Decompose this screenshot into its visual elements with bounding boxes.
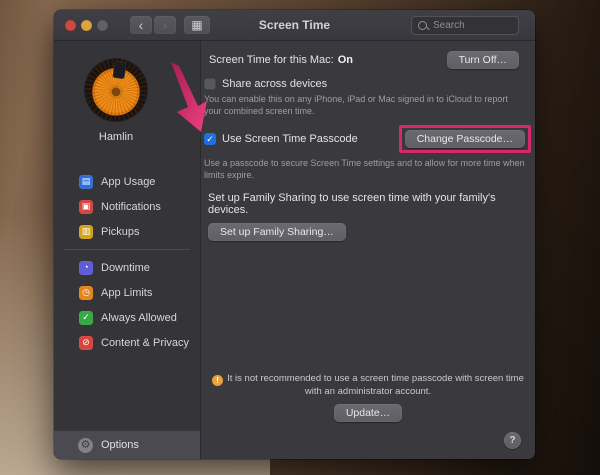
share-devices-caption: You can enable this on any iPhone, iPad … [204,94,508,117]
setup-family-sharing-button[interactable]: Set up Family Sharing… [208,222,346,241]
check-icon: ✓ [206,133,214,144]
share-devices-checkbox[interactable] [204,78,216,90]
admin-warning: ! It is not recommended to use a screen t… [207,373,529,399]
notifications-icon: ▣ [79,199,93,214]
close-button[interactable] [65,19,76,31]
sidebar-item-notifications[interactable]: ▣ Notifications [54,194,200,219]
window-controls [65,19,108,31]
sidebar-item-label: Content & Privacy [101,336,190,349]
sidebar-item-label: Pickups [101,225,140,238]
title-bar: ‹ › ▦ Screen Time [54,10,535,41]
passcode-checkbox[interactable]: ✓ [204,133,216,146]
share-devices-label: Share across devices [222,78,328,90]
grid-icon: ▦ [191,18,203,32]
sidebar-item-options[interactable]: ⚙ Options [54,430,200,459]
status-label: Screen Time for this Mac: [209,54,334,66]
sidebar-divider [64,249,190,250]
change-passcode-button[interactable]: Change Passcode… [404,130,525,149]
sidebar-item-label: Always Allowed [101,311,177,324]
sidebar-item-content-privacy[interactable]: ⊘ Content & Privacy [54,330,200,355]
chevron-left-icon: ‹ [138,17,144,33]
screen-time-preferences-window: ‹ › ▦ Screen Time Hamlin ▤ App Usage ▣ N… [54,10,535,459]
passcode-row: ✓ Use Screen Time Passcode Change Passco… [204,125,531,154]
warning-text: It is not recommended to use a screen ti… [227,372,524,398]
main-content: Screen Time for this Mac: On Turn Off… S… [201,41,535,459]
family-sharing-row: Set up Family Sharing… [208,222,535,241]
sidebar-nav: ▤ App Usage ▣ Notifications ▥ Pickups ◔ … [54,169,200,355]
minimize-button[interactable] [81,19,92,31]
family-sharing-text: Set up Family Sharing to use screen time… [208,191,496,216]
status-row: Screen Time for this Mac: On Turn Off… [209,51,519,69]
passcode-label: Use Screen Time Passcode [222,133,358,146]
share-devices-row: Share across devices [204,78,535,90]
sidebar-item-label: Downtime [101,261,150,274]
sidebar-item-app-limits[interactable]: ◷ App Limits [54,280,200,305]
sidebar-item-label: App Usage [101,175,156,188]
user-name: Hamlin [98,131,134,143]
forward-button[interactable]: › [154,16,176,34]
help-button[interactable]: ? [504,432,521,449]
options-label: Options [101,439,139,451]
search-field[interactable] [411,15,519,35]
chevron-right-icon: › [162,17,168,33]
status-value: On [337,54,353,66]
sidebar-item-always-allowed[interactable]: ✓ Always Allowed [54,305,200,330]
update-button[interactable]: Update… [333,403,403,422]
sidebar-item-downtime[interactable]: ◔ Downtime [54,255,200,280]
nav-history-buttons: ‹ › [130,16,176,34]
turn-off-button[interactable]: Turn Off… [446,51,519,69]
sidebar-item-app-usage[interactable]: ▤ App Usage [54,169,200,194]
sidebar: Hamlin ▤ App Usage ▣ Notifications ▥ Pic… [54,41,201,459]
user-avatar [85,59,147,121]
back-button[interactable]: ‹ [130,16,152,34]
content-privacy-icon: ⊘ [79,335,93,350]
zoom-button[interactable] [97,19,108,31]
app-limits-icon: ◷ [79,285,93,300]
gear-icon: ⚙ [78,437,93,453]
passcode-caption: Use a passcode to secure Screen Time set… [204,158,525,181]
always-allowed-icon: ✓ [79,310,93,325]
annotation-highlight-box: Change Passcode… [398,125,531,154]
downtime-icon: ◔ [79,260,93,275]
sidebar-item-pickups[interactable]: ▥ Pickups [54,219,200,244]
search-input[interactable] [431,18,512,32]
show-all-button[interactable]: ▦ [184,16,210,34]
app-usage-icon: ▤ [79,174,93,189]
search-icon [418,20,427,30]
sidebar-item-label: Notifications [101,200,161,213]
desktop-wallpaper: { "titlebar": { "title": "Screen Time", … [0,0,600,475]
sidebar-item-label: App Limits [101,286,153,299]
warning-icon: ! [212,375,224,387]
pickups-icon: ▥ [79,224,93,239]
update-row: Update… [201,403,535,422]
